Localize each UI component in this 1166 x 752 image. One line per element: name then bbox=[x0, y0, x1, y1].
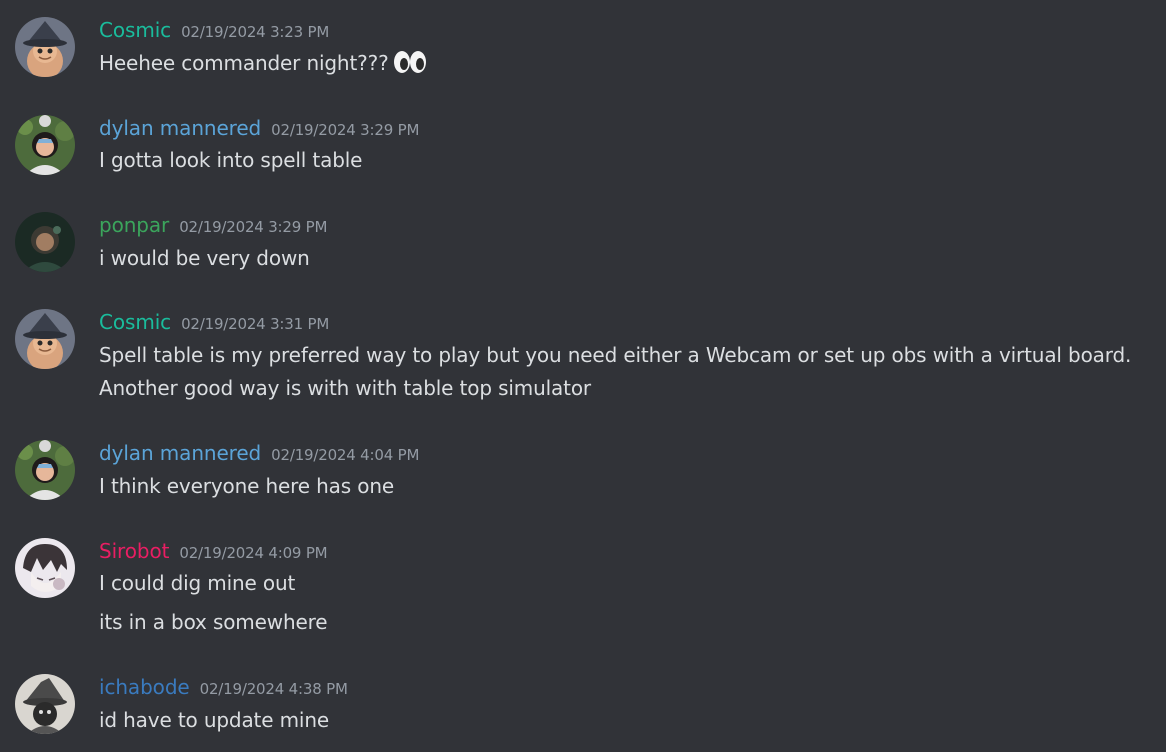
username[interactable]: dylan mannered bbox=[99, 441, 261, 465]
message-header: ponpar 02/19/2024 3:29 PM bbox=[99, 212, 327, 238]
username[interactable]: Cosmic bbox=[99, 18, 171, 42]
message-header: Cosmic 02/19/2024 3:23 PM bbox=[99, 17, 329, 43]
message-text: Spell table is my preferred way to play … bbox=[99, 343, 1132, 367]
message-text: its in a box somewhere bbox=[99, 610, 328, 634]
message-content: id have to update mine bbox=[99, 707, 329, 733]
wizard-avatar-icon[interactable] bbox=[15, 309, 75, 369]
message-group: Cosmic 02/19/2024 3:23 PM Heehee commande… bbox=[0, 17, 1166, 79]
chat-message-list: Cosmic 02/19/2024 3:23 PM Heehee commande… bbox=[0, 0, 1166, 752]
message-text: I could dig mine out bbox=[99, 571, 296, 595]
username[interactable]: Sirobot bbox=[99, 539, 169, 563]
message-group: ichabode 02/19/2024 4:38 PM id have to up… bbox=[0, 674, 1166, 736]
message-content: i would be very down bbox=[99, 245, 310, 271]
message-text: Another good way is with with table top … bbox=[99, 376, 591, 400]
message-header: ichabode 02/19/2024 4:38 PM bbox=[99, 674, 348, 700]
username[interactable]: dylan mannered bbox=[99, 116, 261, 140]
username[interactable]: Cosmic bbox=[99, 310, 171, 334]
eyes-emoji-icon[interactable] bbox=[393, 50, 427, 74]
message-group: Cosmic 02/19/2024 3:31 PM Spell table is … bbox=[0, 309, 1166, 404]
message-content: I think everyone here has one bbox=[99, 473, 394, 499]
timestamp[interactable]: 02/19/2024 3:29 PM bbox=[271, 121, 419, 139]
message-group: Sirobot 02/19/2024 4:09 PM I could dig mi… bbox=[0, 538, 1166, 638]
message-content: I gotta look into spell table bbox=[99, 147, 362, 173]
message-text: I think everyone here has one bbox=[99, 474, 395, 498]
person-photo-avatar-icon[interactable] bbox=[15, 440, 75, 500]
message-header: Cosmic 02/19/2024 3:31 PM bbox=[99, 309, 329, 335]
message-content: Heehee commander night??? bbox=[99, 50, 427, 76]
timestamp[interactable]: 02/19/2024 3:23 PM bbox=[181, 23, 329, 41]
message-header: dylan mannered 02/19/2024 3:29 PM bbox=[99, 115, 419, 141]
wizard-avatar-icon[interactable] bbox=[15, 17, 75, 77]
message-text: i would be very down bbox=[99, 246, 310, 270]
message-text: id have to update mine bbox=[99, 708, 330, 732]
witch-hat-avatar-icon[interactable] bbox=[15, 674, 75, 734]
message-header: dylan mannered 02/19/2024 4:04 PM bbox=[99, 440, 419, 466]
username[interactable]: ichabode bbox=[99, 675, 190, 699]
message-content: its in a box somewhere bbox=[99, 609, 328, 635]
message-text: Heehee commander night??? bbox=[99, 51, 389, 75]
dark-figure-avatar-icon[interactable] bbox=[15, 212, 75, 272]
anime-sketch-avatar-icon[interactable] bbox=[15, 538, 75, 598]
timestamp[interactable]: 02/19/2024 3:29 PM bbox=[179, 218, 327, 236]
timestamp[interactable]: 02/19/2024 3:31 PM bbox=[181, 315, 329, 333]
message-text: I gotta look into spell table bbox=[99, 148, 363, 172]
message-group: dylan mannered 02/19/2024 4:04 PM I think… bbox=[0, 440, 1166, 502]
message-group: dylan mannered 02/19/2024 3:29 PM I gotta… bbox=[0, 115, 1166, 177]
message-content: Another good way is with with table top … bbox=[99, 375, 591, 401]
message-header: Sirobot 02/19/2024 4:09 PM bbox=[99, 538, 328, 564]
timestamp[interactable]: 02/19/2024 4:38 PM bbox=[200, 680, 348, 698]
message-content: Spell table is my preferred way to play … bbox=[99, 342, 1131, 368]
timestamp[interactable]: 02/19/2024 4:09 PM bbox=[179, 544, 327, 562]
timestamp[interactable]: 02/19/2024 4:04 PM bbox=[271, 446, 419, 464]
person-photo-avatar-icon[interactable] bbox=[15, 115, 75, 175]
message-group: ponpar 02/19/2024 3:29 PM i would be very… bbox=[0, 212, 1166, 274]
username[interactable]: ponpar bbox=[99, 213, 169, 237]
message-content: I could dig mine out bbox=[99, 570, 295, 596]
